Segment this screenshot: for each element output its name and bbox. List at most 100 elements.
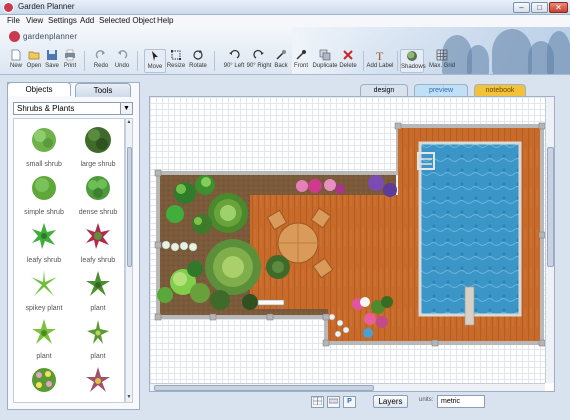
tab-tools[interactable]: Tools — [75, 83, 131, 97]
menu-help[interactable]: Help — [157, 16, 173, 25]
grid-view-button[interactable] — [311, 396, 324, 408]
spikey-plant-icon — [31, 270, 57, 296]
bring-front-icon — [296, 50, 306, 60]
design-canvas[interactable] — [150, 97, 546, 383]
catalog-item-dense-shrub[interactable]: dense shrub — [72, 173, 124, 219]
leafy-shrub-red-icon — [86, 223, 110, 249]
garden-plan[interactable] — [150, 97, 546, 383]
open-button[interactable]: Open — [24, 49, 44, 73]
redo-icon — [95, 50, 105, 59]
print-button[interactable]: Print — [60, 49, 80, 73]
catalog-item-red-plant[interactable] — [72, 365, 124, 402]
send-back-button[interactable]: Back — [271, 49, 291, 73]
resize-button[interactable]: Resize — [166, 49, 186, 73]
plant-icon — [32, 319, 56, 344]
layers-button[interactable]: Layers — [373, 395, 408, 408]
flowering-plant-icon — [32, 368, 56, 392]
rotate-button[interactable]: Rotate — [188, 49, 208, 73]
menu-file[interactable]: File — [7, 16, 20, 25]
save-button[interactable]: Save — [42, 49, 62, 73]
menu-bar: File View Settings Add Selected Object H… — [0, 15, 570, 27]
toolbar-separator — [137, 51, 138, 71]
plant-list-icon: P — [347, 398, 352, 405]
catalog-item-small-shrub[interactable]: small shrub — [18, 125, 70, 171]
delete-icon — [343, 50, 353, 60]
catalog-item-simple-shrub[interactable]: simple shrub — [18, 173, 70, 219]
shadows-icon — [407, 51, 417, 61]
add-label-button[interactable]: T Add Label — [366, 49, 394, 73]
menu-selected-object[interactable]: Selected Object — [99, 16, 155, 25]
small-shrub-icon — [32, 128, 56, 152]
rotate-right-icon — [253, 49, 264, 59]
catalog-item-plant[interactable]: plant — [72, 269, 124, 315]
scroll-down-icon[interactable]: ▼ — [126, 394, 132, 402]
catalog-scrollbar[interactable]: ▲ ▼ — [125, 118, 133, 403]
catalog-item-leafy-shrub-green[interactable]: leafy shrub — [18, 221, 70, 267]
menu-settings[interactable]: Settings — [48, 16, 77, 25]
toolbar-separator — [84, 51, 85, 71]
tab-notebook[interactable]: notebook — [474, 84, 526, 96]
rotate-icon — [193, 50, 203, 60]
add-label-icon: T — [376, 49, 384, 61]
rotate-left-icon — [229, 49, 240, 59]
print-icon — [65, 49, 75, 61]
grid-icon — [436, 49, 448, 61]
duplicate-icon — [319, 49, 331, 61]
catalog-item-plant[interactable]: plant — [72, 317, 124, 363]
canvas-vertical-scrollbar[interactable] — [545, 97, 554, 383]
catalog-item-spikey-plant[interactable]: spikey plant — [18, 269, 70, 315]
plant-list-button[interactable]: P — [343, 396, 356, 408]
redo-button[interactable]: Redo — [91, 49, 111, 73]
toolbar-separator — [214, 51, 215, 71]
send-back-icon — [276, 50, 286, 60]
catalog-item-large-shrub[interactable]: large shrub — [72, 125, 124, 171]
logo-text: gardenplanner — [23, 32, 78, 41]
units-select[interactable]: metric — [437, 395, 485, 408]
status-bar: P Layers units: metric — [149, 393, 555, 410]
tab-preview[interactable]: preview — [414, 84, 468, 96]
rotate-right-button[interactable]: 90° Right — [246, 49, 272, 73]
scroll-thumb[interactable] — [127, 147, 132, 267]
open-folder-icon — [28, 51, 40, 60]
minimize-button[interactable]: – — [513, 2, 530, 13]
close-button[interactable]: ✕ — [549, 2, 568, 13]
catalog-item-flowering-plant[interactable] — [18, 365, 70, 402]
tab-design[interactable]: design — [360, 84, 408, 96]
bring-front-button[interactable]: Front — [291, 49, 311, 73]
app-icon — [3, 2, 14, 13]
red-plant-icon — [86, 367, 110, 392]
canvas-horizontal-scrollbar[interactable] — [150, 383, 545, 391]
delete-button[interactable]: Delete — [337, 49, 359, 73]
scroll-thumb[interactable] — [547, 147, 554, 267]
max-grid-button[interactable]: Max. Grid — [429, 49, 455, 73]
new-button[interactable]: New — [6, 49, 26, 73]
catalog-item-leafy-shrub-red[interactable]: leafy shrub — [72, 221, 124, 267]
ruler-view-icon — [328, 398, 339, 404]
rotate-left-button[interactable]: 90° Left — [221, 49, 247, 73]
ruler-view-button[interactable] — [327, 396, 340, 408]
pool-diving-board[interactable] — [464, 286, 475, 326]
menu-add[interactable]: Add — [80, 16, 94, 25]
move-button[interactable]: Move — [144, 49, 166, 73]
new-file-icon — [11, 49, 21, 61]
undo-button[interactable]: Undo — [112, 49, 132, 73]
menu-view[interactable]: View — [26, 16, 43, 25]
category-value: Shrubs & Plants — [17, 104, 75, 113]
toolbar: gardenplanner New Open Save Print Redo U… — [0, 27, 570, 75]
category-dropdown[interactable]: Shrubs & Plants ▼ — [13, 102, 133, 115]
plant-icon — [86, 271, 110, 296]
maximize-button[interactable]: □ — [531, 2, 548, 13]
catalog-item-plant[interactable]: plant — [18, 317, 70, 363]
plant-catalog: small shrub large shrub simple shrub den… — [13, 118, 125, 403]
shadows-button[interactable]: Shadows — [400, 49, 426, 73]
save-icon — [47, 50, 57, 60]
design-canvas-frame — [149, 96, 555, 392]
move-cursor-icon — [152, 51, 158, 61]
resize-icon — [171, 50, 181, 60]
scroll-up-icon[interactable]: ▲ — [126, 119, 132, 127]
scroll-thumb[interactable] — [154, 385, 374, 391]
duplicate-button[interactable]: Duplicate — [312, 49, 338, 73]
tab-objects[interactable]: Objects — [7, 82, 71, 96]
toolbar-separator — [397, 51, 398, 71]
window-title: Garden Planner — [18, 2, 75, 11]
